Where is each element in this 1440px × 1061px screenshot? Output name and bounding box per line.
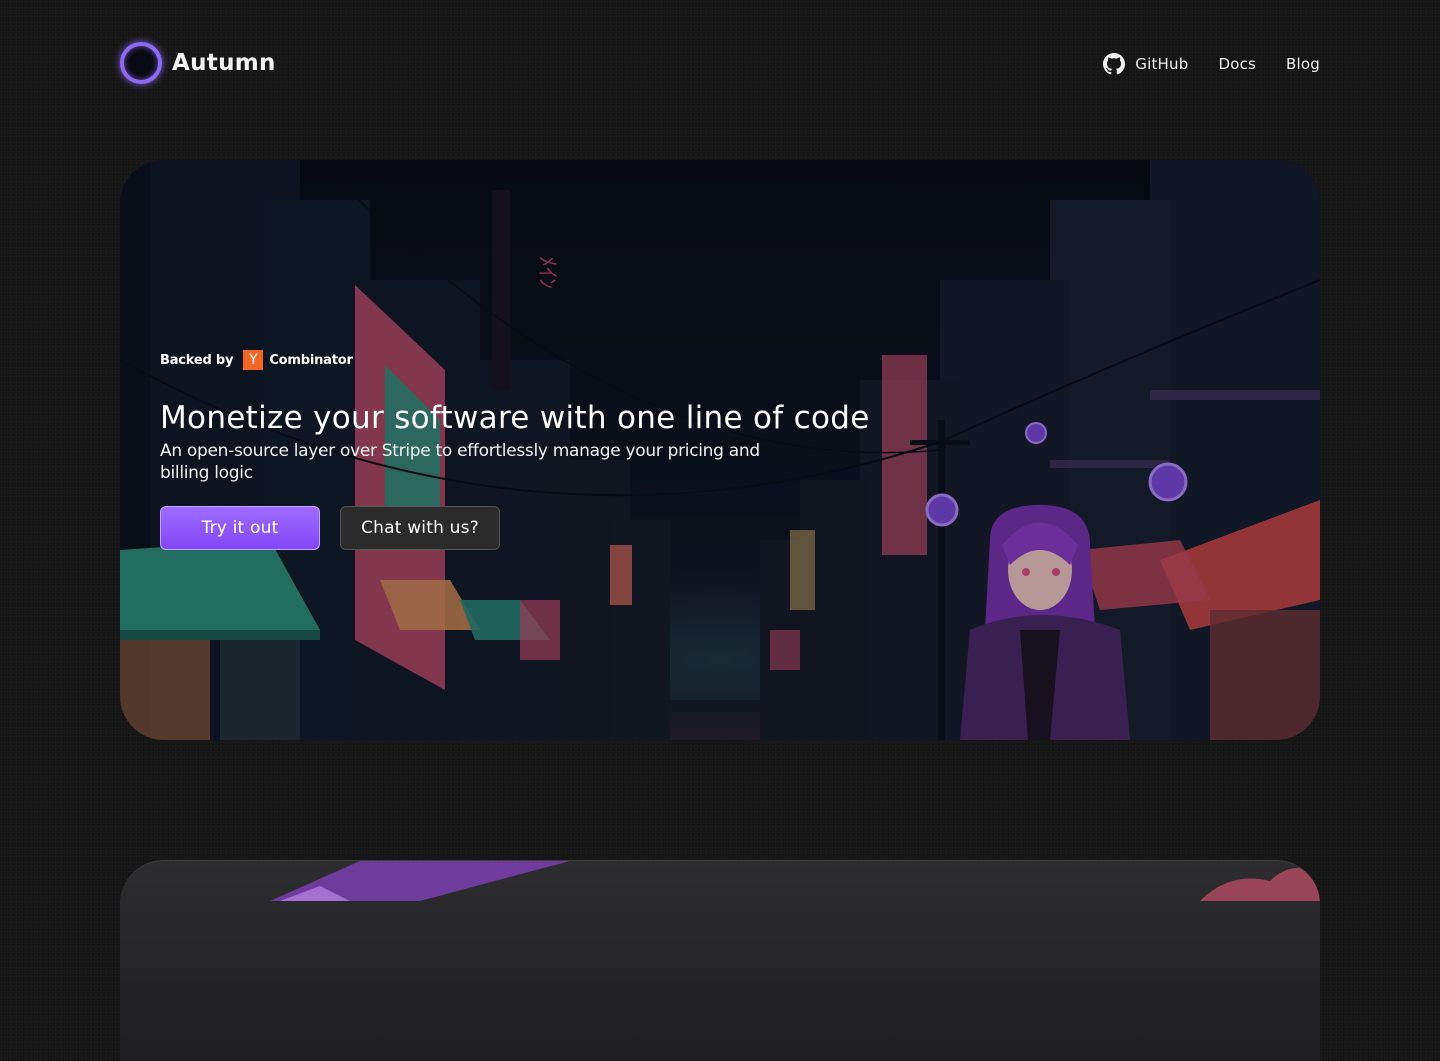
nav-github-link[interactable]: GitHub [1103,53,1188,75]
hero-buttons: Try it out Chat with us? [160,506,870,550]
hero-headline: Monetize your software with one line of … [160,400,870,436]
chat-with-us-button[interactable]: Chat with us? [340,506,500,550]
hero-content: Backed by Y Combinator Monetize your sof… [160,350,870,550]
nav-github-label: GitHub [1135,55,1189,73]
hero-card: ﾒｲﾝ Backed by Y Combinator Monetize your… [120,160,1320,740]
top-nav: GitHub Docs Blog [1103,53,1320,75]
feature-card-illustration [270,861,1320,901]
yc-name: Combinator [269,352,353,368]
github-icon [1103,53,1126,75]
nav-blog-link[interactable]: Blog [1286,55,1320,73]
try-it-out-button[interactable]: Try it out [160,506,320,550]
yc-logo-icon: Y [243,350,264,370]
ring-logo-icon [120,42,162,84]
backed-by-label: Backed by [160,352,234,368]
nav-docs-link[interactable]: Docs [1218,55,1256,73]
brand-name: Autumn [172,50,276,76]
brand-logo[interactable]: Autumn [120,42,276,84]
feature-card-preview [120,860,1320,1061]
backed-by-badge[interactable]: Backed by Y Combinator [160,350,870,370]
hero-subheadline: An open-source layer over Stripe to effo… [160,441,760,483]
site-header: Autumn GitHub Docs Blog [120,40,1320,90]
